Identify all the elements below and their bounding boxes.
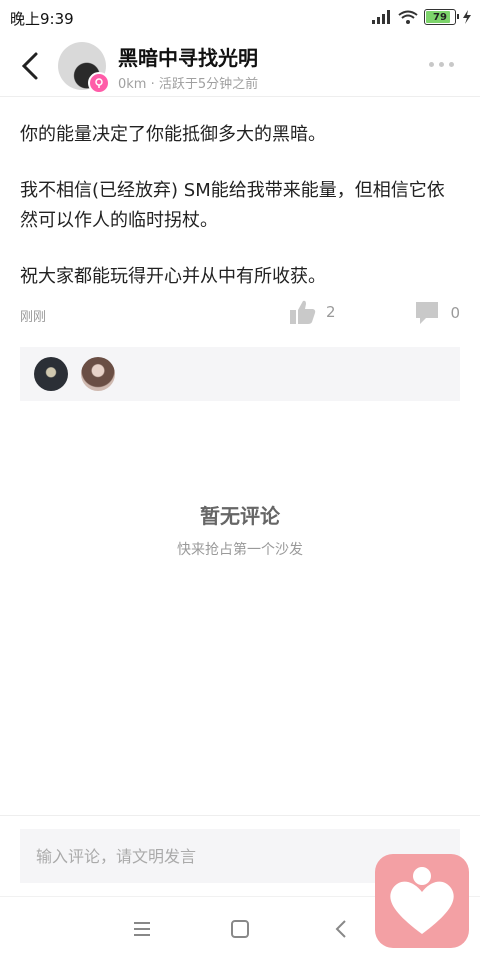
divider (0, 815, 480, 816)
empty-comments-subtitle: 快来抢占第一个沙发 (177, 542, 303, 558)
avatar[interactable] (81, 357, 115, 391)
female-badge-icon (88, 72, 110, 94)
user-status: 0km · 活跃于5分钟之前 (118, 77, 259, 92)
like-button[interactable]: 2 (290, 300, 336, 324)
liked-by-list (20, 347, 460, 401)
back-icon[interactable] (328, 915, 356, 943)
post-paragraph: 你的能量决定了你能抵御多大的黑暗。 (20, 124, 326, 145)
post-paragraph: 我不相信(已经放弃) SM能给我带来能量，但相信它依然可以作人的临时拐杖。 (20, 180, 445, 231)
empty-comments-title: 暂无评论 (200, 504, 280, 528)
post-time: 刚刚 (20, 310, 47, 325)
home-icon[interactable] (226, 915, 254, 943)
floating-app-button[interactable] (375, 854, 469, 948)
heart-person-icon (390, 867, 454, 934)
user-name[interactable]: 黑暗中寻找光明 (118, 42, 258, 71)
battery-level: 79 (433, 11, 447, 23)
more-options-icon[interactable] (429, 62, 454, 67)
thumbs-up-icon (290, 300, 316, 324)
wifi-icon (398, 10, 418, 24)
like-count: 2 (326, 303, 336, 321)
comment-count: 0 (450, 304, 460, 322)
post-meta: 刚刚 2 0 (20, 300, 460, 328)
status-bar: 晚上9:39 79 (0, 0, 480, 36)
signal-icon (372, 10, 390, 24)
menu-icon[interactable] (128, 915, 156, 943)
avatar[interactable] (34, 357, 68, 391)
status-time: 晚上9:39 (10, 10, 74, 28)
comment-button[interactable]: 0 (414, 300, 460, 326)
battery-icon: 79 (424, 9, 459, 25)
comment-icon (416, 302, 439, 324)
charging-icon (463, 10, 471, 24)
post-paragraph: 祝大家都能玩得开心并从中有所收获。 (20, 266, 326, 287)
post-header: 黑暗中寻找光明 0km · 活跃于5分钟之前 (0, 36, 480, 97)
back-arrow-icon[interactable] (14, 48, 50, 84)
post-content: 你的能量决定了你能抵御多大的黑暗。 我不相信(已经放弃) SM能给我带来能量，但… (20, 120, 460, 318)
